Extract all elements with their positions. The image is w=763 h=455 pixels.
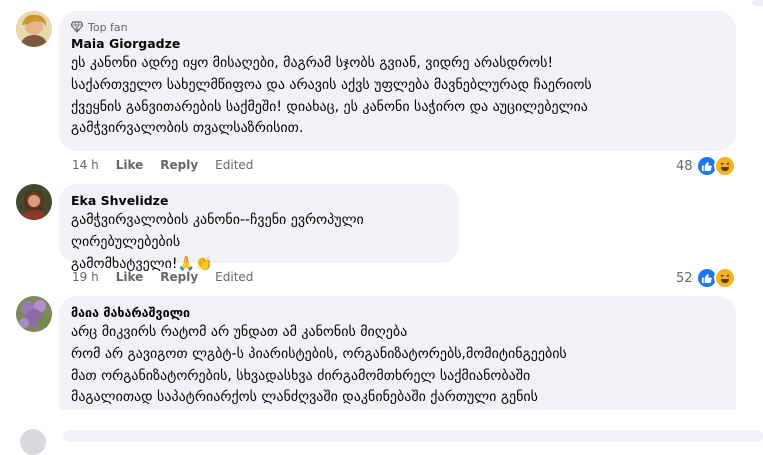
comment-author[interactable]: Eka Shvelidze <box>71 192 447 210</box>
comment-actions: 19 h Like Reply Edited <box>72 268 253 286</box>
haha-reaction-icon <box>713 267 736 289</box>
badge-label: Top fan <box>88 20 128 34</box>
reaction-count: 48 <box>676 158 693 174</box>
reaction-summary[interactable]: 48 <box>676 155 736 177</box>
comment-author[interactable]: მაია მახარაშვილი <box>71 304 724 322</box>
haha-reaction-icon <box>713 155 736 177</box>
reaction-summary[interactable]: 52 <box>676 267 736 289</box>
edited-label: Edited <box>215 270 254 284</box>
avatar <box>20 429 46 455</box>
comment-bubble: Eka Shvelidze გამჭვირვალობის კანონი--ჩვე… <box>59 184 459 272</box>
edited-label: Edited <box>215 158 254 172</box>
more-options-button[interactable] <box>752 0 763 6</box>
comment-input[interactable] <box>63 430 763 442</box>
comment-text: ეს კანონი ადრე იყო მისაღები, მაგრამ სჯობ… <box>71 55 592 137</box>
comment-bubble: Top fan Maia Giorgadze ეს კანონი ადრე იყ… <box>59 11 736 151</box>
timestamp[interactable]: 19 h <box>72 270 99 284</box>
like-button[interactable]: Like <box>116 270 144 284</box>
avatar[interactable] <box>16 184 52 220</box>
reaction-count: 52 <box>676 270 693 286</box>
top-fan-badge: Top fan <box>71 19 724 35</box>
comment-text: გამჭვირვალობის კანონი--ჩვენი ევროპული ღი… <box>71 212 364 272</box>
diamond-icon <box>71 21 83 33</box>
avatar[interactable] <box>16 11 52 47</box>
comment-text: არც მიკვირს რატომ არ უნდათ ამ კანონის მი… <box>71 324 567 406</box>
reply-button[interactable]: Reply <box>160 270 198 284</box>
comment-bubble: მაია მახარაშვილი არც მიკვირს რატომ არ უნ… <box>59 296 736 426</box>
comment-author[interactable]: Maia Giorgadze <box>71 35 724 53</box>
timestamp[interactable]: 14 h <box>72 158 99 172</box>
like-button[interactable]: Like <box>116 158 144 172</box>
avatar[interactable] <box>16 296 52 332</box>
reply-button[interactable]: Reply <box>160 158 198 172</box>
comment-actions: 14 h Like Reply Edited <box>72 156 253 174</box>
